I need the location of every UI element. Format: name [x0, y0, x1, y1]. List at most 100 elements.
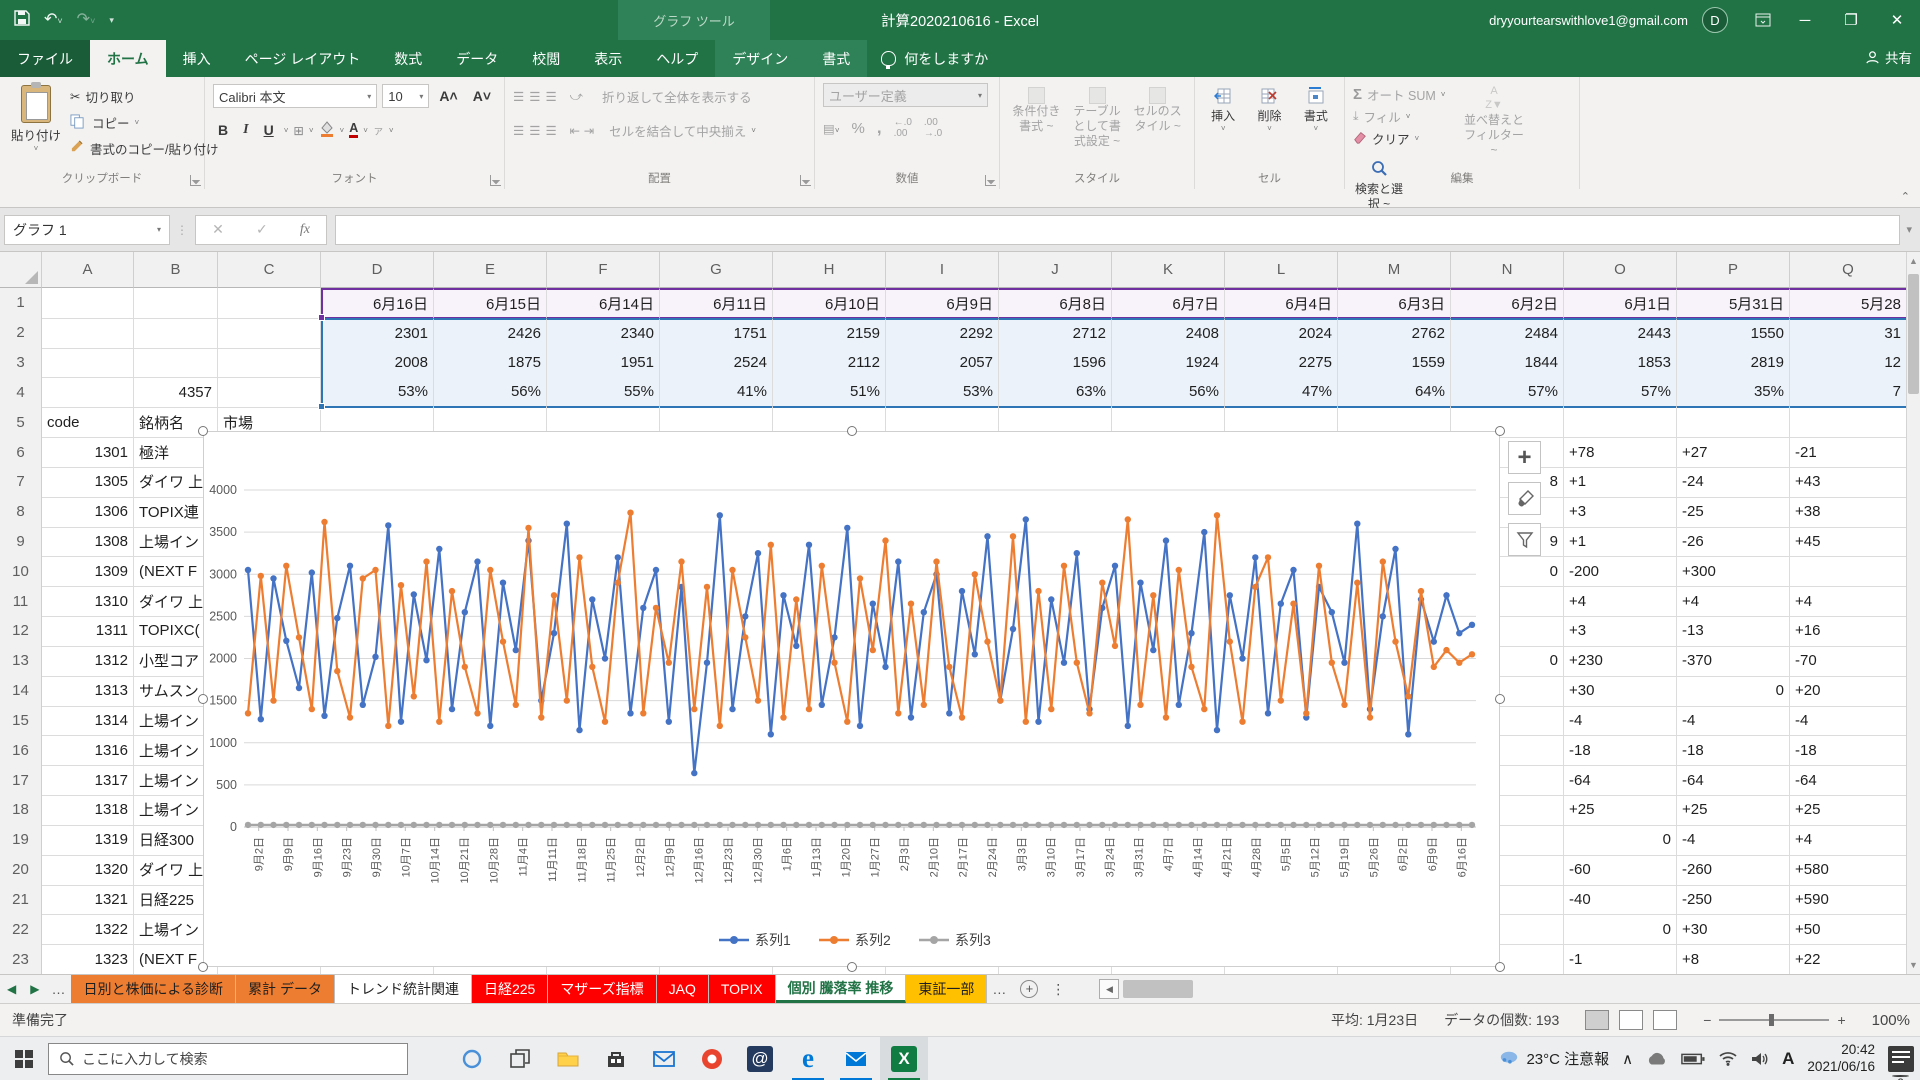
cell-Q6[interactable]: -21: [1790, 437, 1907, 468]
sheet-tab-4[interactable]: 日経225: [472, 975, 548, 1003]
cell-O21[interactable]: -40: [1564, 885, 1677, 916]
chart-elements-button[interactable]: +: [1508, 441, 1541, 474]
cell-A18[interactable]: 1318: [42, 795, 134, 826]
zoom-in-icon[interactable]: +: [1837, 1012, 1845, 1028]
row-header-16[interactable]: 16: [0, 735, 42, 766]
clipboard-dialog-launcher[interactable]: [190, 175, 201, 186]
cell-J1[interactable]: 6月8日: [999, 288, 1112, 319]
cell-A15[interactable]: 1314: [42, 706, 134, 737]
selection-handle[interactable]: [318, 403, 325, 410]
cell-F3[interactable]: 1951: [547, 348, 660, 379]
row-header-9[interactable]: 9: [0, 527, 42, 558]
cell-O16[interactable]: -18: [1564, 735, 1677, 766]
page-layout-view-icon[interactable]: [1619, 1010, 1643, 1030]
cell-D4[interactable]: 53%: [321, 377, 434, 408]
row-header-8[interactable]: 8: [0, 497, 42, 528]
cut-button[interactable]: ✂切り取り: [70, 83, 196, 109]
autosum-button[interactable]: Σオート SUM˅: [1353, 83, 1463, 105]
cell-O1[interactable]: 6月1日: [1564, 288, 1677, 319]
row-header-14[interactable]: 14: [0, 676, 42, 707]
sheet-tab-2[interactable]: 累計 データ: [236, 975, 335, 1003]
chart-resize-handle[interactable]: [847, 962, 857, 972]
cell-J2[interactable]: 2712: [999, 318, 1112, 349]
sheet-ellipsis-right[interactable]: …: [987, 975, 1012, 1003]
browser-red-icon[interactable]: [688, 1037, 736, 1080]
font-size-combo[interactable]: 10▾: [382, 84, 429, 108]
cell-Q12[interactable]: +16: [1790, 616, 1907, 647]
taskbar-search[interactable]: ここに入力して検索: [48, 1043, 408, 1075]
sheet-tab-3[interactable]: トレンド統計関連: [335, 975, 472, 1003]
row-header-18[interactable]: 18: [0, 795, 42, 826]
tab-data[interactable]: データ: [439, 40, 515, 77]
number-format-combo[interactable]: ユーザー定義▾: [823, 83, 988, 107]
row-header-21[interactable]: 21: [0, 885, 42, 916]
redo-icon[interactable]: ↷˅: [77, 12, 96, 28]
cell-P9[interactable]: -26: [1677, 527, 1790, 558]
indent-icons[interactable]: ⇤ ⇥: [570, 123, 594, 138]
cell-D2[interactable]: 2301: [321, 318, 434, 349]
column-header-E[interactable]: E: [434, 252, 547, 288]
undo-icon[interactable]: ↶˅: [44, 12, 63, 28]
line-chart[interactable]: 050010001500200025003000350040009月2日9月9日…: [203, 431, 1500, 967]
column-header-B[interactable]: B: [134, 252, 218, 288]
tab-review[interactable]: 校閲: [515, 40, 577, 77]
cell-A16[interactable]: 1316: [42, 735, 134, 766]
cell-P10[interactable]: +300: [1677, 556, 1790, 587]
column-header-L[interactable]: L: [1225, 252, 1338, 288]
row-header-5[interactable]: 5: [0, 407, 42, 438]
cell-A10[interactable]: 1309: [42, 556, 134, 587]
weather-widget[interactable]: 23°C 注意報: [1498, 1048, 1609, 1069]
cancel-formula-icon[interactable]: ✕: [212, 221, 224, 238]
cell-H4[interactable]: 51%: [773, 377, 886, 408]
battery-icon[interactable]: [1681, 1052, 1705, 1066]
cell-M2[interactable]: 2762: [1338, 318, 1451, 349]
conditional-formatting-button[interactable]: 条件付き書式 ~: [1008, 85, 1065, 149]
sheet-tab-5[interactable]: マザーズ指標: [548, 975, 656, 1003]
column-header-D[interactable]: D: [321, 252, 434, 288]
paste-button[interactable]: 貼り付け˅: [8, 83, 64, 183]
cell-Q19[interactable]: +4: [1790, 825, 1907, 856]
cell-P6[interactable]: +27: [1677, 437, 1790, 468]
formula-input[interactable]: [335, 215, 1900, 245]
cell-O17[interactable]: -64: [1564, 765, 1677, 796]
row-header-6[interactable]: 6: [0, 437, 42, 468]
column-header-F[interactable]: F: [547, 252, 660, 288]
collapse-ribbon-icon[interactable]: ⌃: [1901, 190, 1910, 203]
decrease-decimal-icon[interactable]: .00→.0: [924, 117, 942, 139]
alignment-dialog-launcher[interactable]: [800, 175, 811, 186]
cell-E2[interactable]: 2426: [434, 318, 547, 349]
number-dialog-launcher[interactable]: [985, 175, 996, 186]
column-header-M[interactable]: M: [1338, 252, 1451, 288]
cell-H3[interactable]: 2112: [773, 348, 886, 379]
scroll-left-icon[interactable]: ◀: [1099, 979, 1119, 999]
cell-H2[interactable]: 2159: [773, 318, 886, 349]
cell-K1[interactable]: 6月7日: [1112, 288, 1225, 319]
cell-H1[interactable]: 6月10日: [773, 288, 886, 319]
cell-O22[interactable]: 0: [1564, 914, 1677, 945]
sheet-ellipsis-left[interactable]: …: [46, 975, 71, 1003]
clock[interactable]: 20:422021/06/16: [1807, 1042, 1875, 1076]
cell-N1[interactable]: 6月2日: [1451, 288, 1564, 319]
cell-B4[interactable]: 4357: [134, 377, 218, 408]
fill-button[interactable]: ⤓フィル˅: [1353, 105, 1463, 127]
enter-formula-icon[interactable]: ✓: [256, 221, 268, 238]
underline-button[interactable]: U: [259, 120, 279, 140]
row-header-19[interactable]: 19: [0, 825, 42, 856]
customize-qat-icon[interactable]: ▾: [109, 16, 114, 25]
cell-Q11[interactable]: +4: [1790, 586, 1907, 617]
tab-home[interactable]: ホーム: [90, 40, 166, 77]
cell-O11[interactable]: +4: [1564, 586, 1677, 617]
column-header-C[interactable]: C: [218, 252, 321, 288]
copy-button[interactable]: コピー˅: [70, 109, 196, 135]
cell-F2[interactable]: 2340: [547, 318, 660, 349]
cell-E3[interactable]: 1875: [434, 348, 547, 379]
cell-P18[interactable]: +25: [1677, 795, 1790, 826]
cell-A13[interactable]: 1312: [42, 646, 134, 677]
cell-A9[interactable]: 1308: [42, 527, 134, 558]
cell-A20[interactable]: 1320: [42, 855, 134, 886]
row-header-1[interactable]: 1: [0, 288, 42, 319]
row-header-20[interactable]: 20: [0, 855, 42, 886]
row-header-22[interactable]: 22: [0, 914, 42, 945]
chart-resize-handle[interactable]: [1495, 426, 1505, 436]
cell-F4[interactable]: 55%: [547, 377, 660, 408]
